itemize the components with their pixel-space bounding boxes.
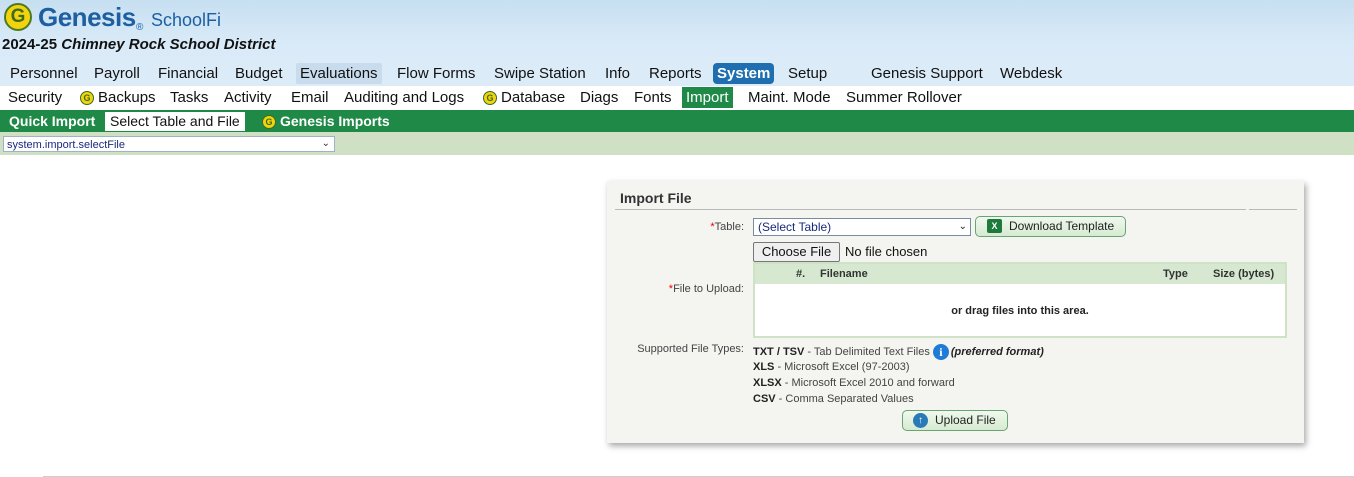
upload-file-label: Upload File <box>935 413 996 427</box>
tab-quick-import[interactable]: Quick Import <box>4 112 100 131</box>
genesis-g-icon: G <box>483 91 497 105</box>
column-type: Type <box>1163 268 1188 280</box>
subnav-security[interactable]: Security <box>4 87 66 108</box>
file-type-csv: CSV - Comma Separated Values <box>753 393 914 405</box>
brand-name: Genesis <box>38 2 136 32</box>
nav-swipe-station[interactable]: Swipe Station <box>490 63 590 84</box>
import-tab-bar: Quick Import Select Table and File G Gene… <box>0 110 1354 132</box>
subnav-summer-rollover[interactable]: Summer Rollover <box>842 87 966 108</box>
panel-divider <box>615 209 1246 210</box>
nav-genesis-support[interactable]: Genesis Support <box>867 63 987 84</box>
genesis-g-icon: G <box>262 115 276 129</box>
upload-file-button[interactable]: ↑ Upload File <box>902 410 1008 431</box>
drop-area-header: #. Filename Type Size (bytes) <box>755 264 1285 284</box>
file-type-txt: TXT / TSV - Tab Delimited Text Files i (pr… <box>753 344 1044 360</box>
genesis-g-icon: G <box>80 91 94 105</box>
genesis-logo-icon: G <box>4 3 32 31</box>
chevron-down-icon: ⌄ <box>958 221 967 232</box>
school-year: 2024-25 <box>2 36 58 53</box>
nav-payroll[interactable]: Payroll <box>90 63 144 84</box>
subnav-import[interactable]: Import <box>682 87 733 108</box>
table-select[interactable]: (Select Table) ⌄ <box>753 218 971 236</box>
column-number: #. <box>796 268 806 280</box>
nav-evaluations[interactable]: Evaluations <box>296 63 382 84</box>
info-icon[interactable]: i <box>932 344 949 360</box>
subnav-tasks[interactable]: Tasks <box>166 87 212 108</box>
main-nav: Personnel Payroll Financial Budget Evalu… <box>0 62 1354 86</box>
nav-flow-forms[interactable]: Flow Forms <box>393 63 479 84</box>
district-title: 2024-25 Chimney Rock School District <box>2 36 275 53</box>
file-upload-label: *File to Upload: <box>668 283 744 295</box>
subnav-email[interactable]: Email <box>287 87 333 108</box>
supported-types-label: Supported File Types: <box>637 343 744 355</box>
app-header: G Genesis ® SchoolFi 2024-25 Chimney Roc… <box>0 0 1354 62</box>
panel-divider <box>1249 209 1297 210</box>
subnav-database[interactable]: G Database <box>479 87 569 108</box>
drop-message: or drag files into this area. <box>951 305 1089 317</box>
file-type-xlsx: XLSX - Microsoft Excel 2010 and forward <box>753 377 955 389</box>
excel-icon: X <box>987 219 1002 233</box>
panel-title: Import File <box>620 190 692 206</box>
chevron-down-icon: ⌄ <box>321 138 330 149</box>
upload-arrow-icon: ↑ <box>913 413 928 428</box>
choose-file-button[interactable]: Choose File <box>753 242 840 262</box>
download-template-button[interactable]: X Download Template <box>975 216 1126 237</box>
file-drop-area[interactable]: #. Filename Type Size (bytes) or drag fi… <box>753 262 1287 338</box>
nav-personnel[interactable]: Personnel <box>6 63 82 84</box>
subnav-database-label: Database <box>501 89 566 106</box>
nav-system[interactable]: System <box>713 63 775 84</box>
preferred-format-note: (preferred format) <box>950 346 1044 358</box>
subnav-diags[interactable]: Diags <box>576 87 622 108</box>
nav-webdesk[interactable]: Webdesk <box>996 63 1066 84</box>
import-file-panel: Import File *Table: (Select Table) ⌄ X D… <box>607 181 1304 443</box>
product-name: SchoolFi <box>151 10 222 30</box>
table-label: *Table: <box>710 221 744 233</box>
nav-budget[interactable]: Budget <box>231 63 287 84</box>
table-select-value: (Select Table) <box>758 220 832 234</box>
nav-info[interactable]: Info <box>601 63 634 84</box>
subnav-activity[interactable]: Activity <box>220 87 276 108</box>
column-size: Size (bytes) <box>1213 268 1275 280</box>
subnav-auditing-and-logs[interactable]: Auditing and Logs <box>340 87 468 108</box>
registered-mark: ® <box>136 22 144 33</box>
nav-reports[interactable]: Reports <box>645 63 706 84</box>
tab-genesis-imports-label: Genesis Imports <box>280 113 390 129</box>
column-filename: Filename <box>820 268 868 280</box>
tab-genesis-imports[interactable]: G Genesis Imports <box>257 112 395 131</box>
page-select-dropdown[interactable]: system.import.selectFile ⌄ <box>3 136 335 152</box>
subnav-backups[interactable]: G Backups <box>76 87 160 108</box>
sub-nav: Security G Backups Tasks Activity Email A… <box>0 86 1354 109</box>
nav-setup[interactable]: Setup <box>784 63 831 84</box>
subnav-fonts[interactable]: Fonts <box>630 87 676 108</box>
tab-select-table-and-file[interactable]: Select Table and File <box>105 112 245 131</box>
subnav-maint-mode[interactable]: Maint. Mode <box>744 87 835 108</box>
no-file-text: No file chosen <box>845 244 928 259</box>
file-type-xls: XLS - Microsoft Excel (97-2003) <box>753 361 910 373</box>
subnav-backups-label: Backups <box>98 89 156 106</box>
download-template-label: Download Template <box>1009 219 1115 233</box>
nav-financial[interactable]: Financial <box>154 63 222 84</box>
district-name: Chimney Rock School District <box>61 36 276 53</box>
page-select-value: system.import.selectFile <box>7 139 125 151</box>
